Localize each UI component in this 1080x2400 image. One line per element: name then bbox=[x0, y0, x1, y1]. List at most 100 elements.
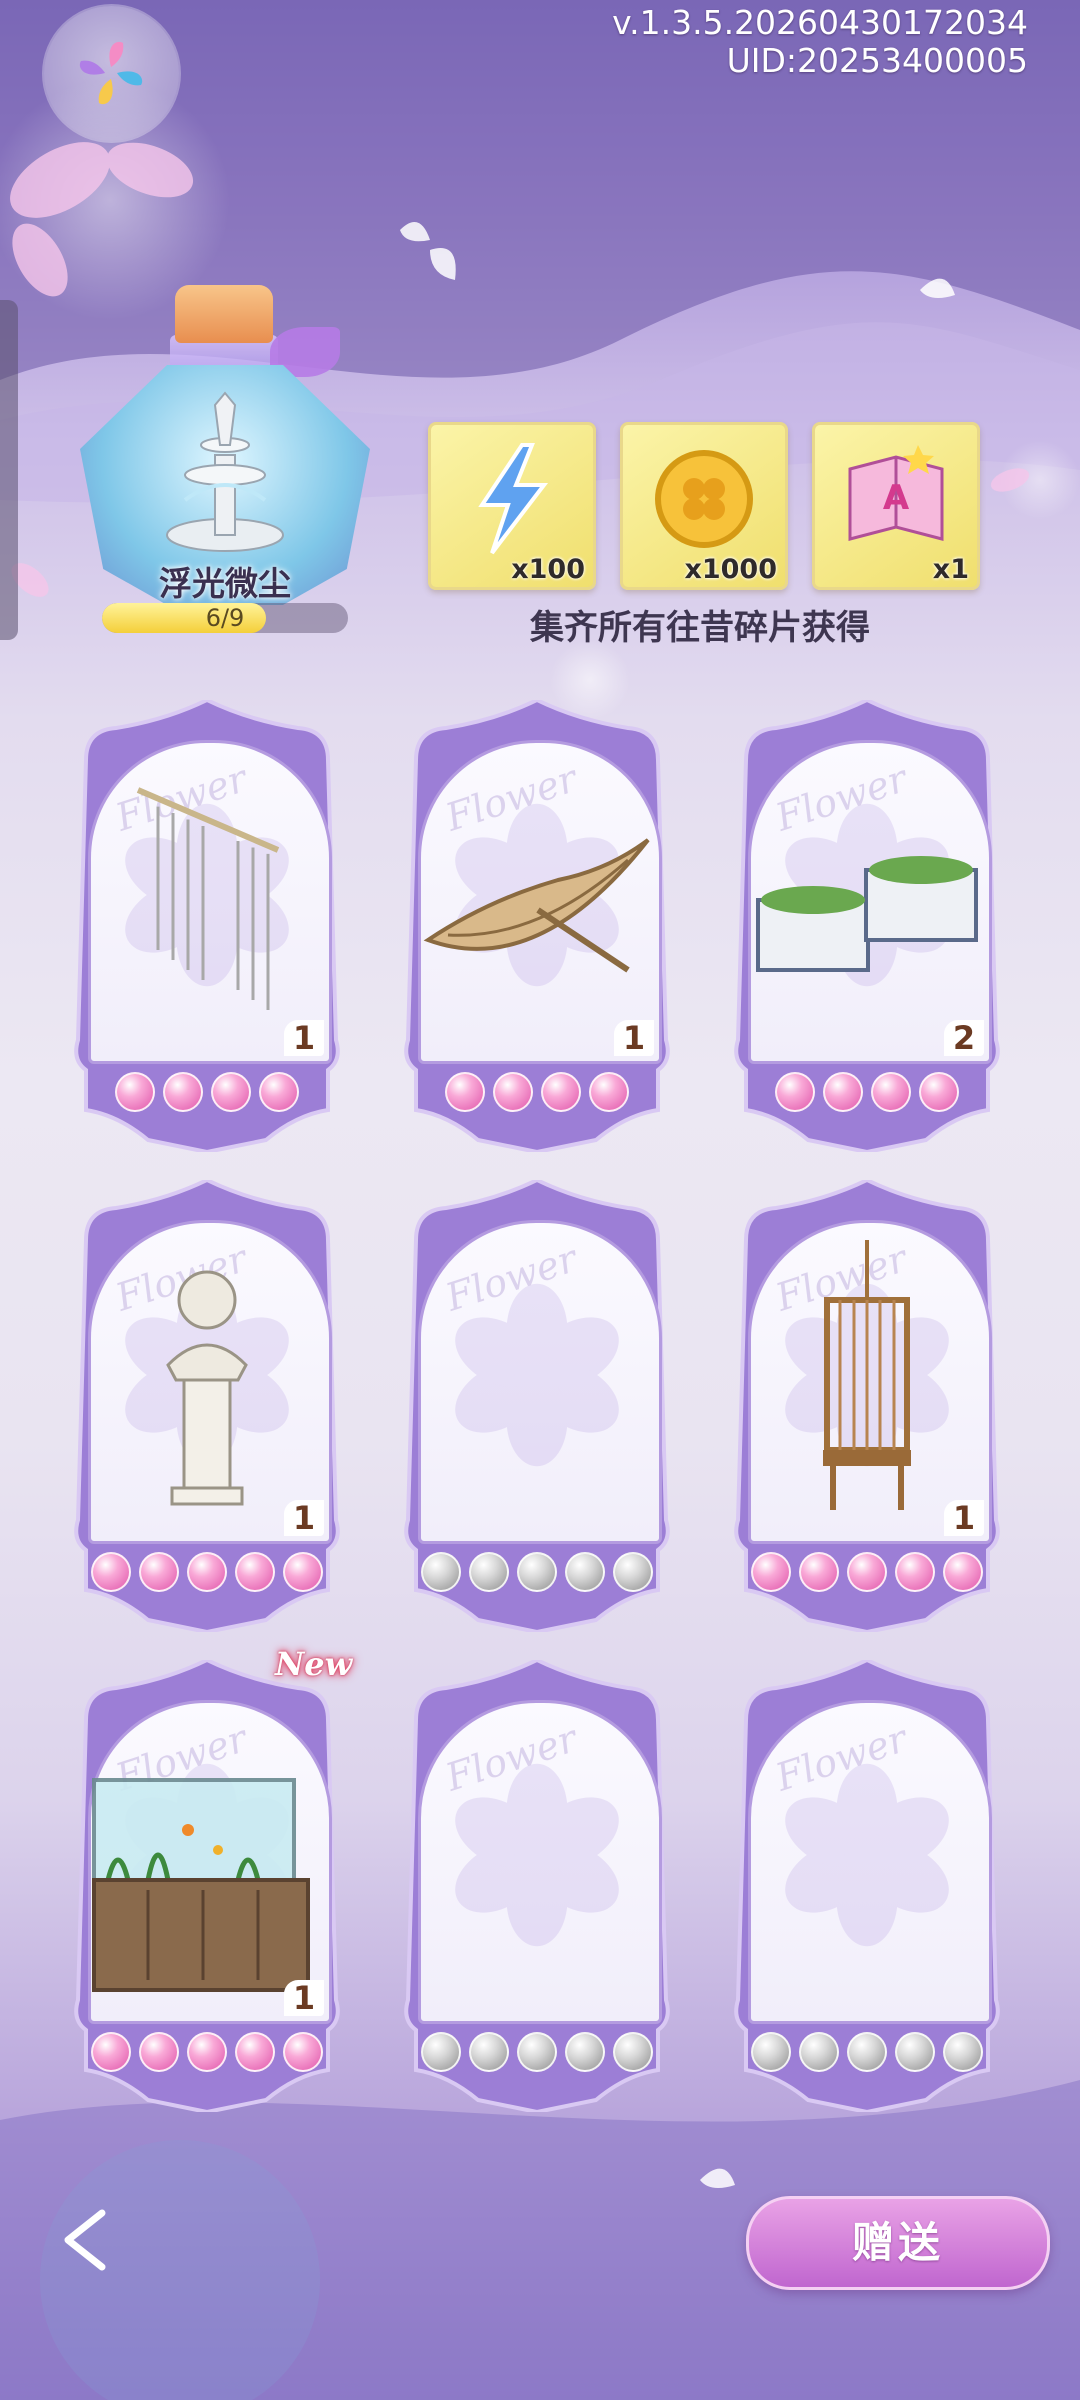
gray-bead-icon bbox=[517, 2032, 557, 2072]
pink-bead-icon bbox=[91, 2032, 131, 2072]
pinwheel-icon bbox=[79, 41, 143, 105]
gray-bead-icon bbox=[943, 2032, 983, 2072]
gray-bead-icon bbox=[421, 2032, 461, 2072]
gray-bead-icon bbox=[517, 1552, 557, 1592]
pink-bead-icon bbox=[589, 1072, 629, 1112]
gray-bead-icon bbox=[565, 2032, 605, 2072]
item-image bbox=[88, 1230, 326, 1530]
rarity-beads bbox=[396, 2032, 678, 2076]
rarity-beads bbox=[396, 1072, 678, 1116]
item-count: 1 bbox=[284, 1980, 324, 2016]
reward-book[interactable]: A x1 bbox=[812, 422, 980, 590]
item-count: 1 bbox=[284, 1020, 324, 1056]
wind-chime-icon bbox=[136, 787, 280, 1010]
rarity-beads bbox=[66, 1072, 348, 1116]
pink-bead-icon bbox=[283, 2032, 323, 2072]
item-count: 1 bbox=[284, 1500, 324, 1536]
fragment-card[interactable]: Flower 1 bbox=[66, 1180, 348, 1632]
back-arrow-icon[interactable] bbox=[54, 2205, 124, 2275]
fragment-card[interactable]: Flower 1 bbox=[66, 1660, 348, 2112]
app-logo-button[interactable] bbox=[44, 6, 179, 141]
item-count: 2 bbox=[944, 1020, 984, 1056]
clover-coin-icon bbox=[655, 450, 753, 548]
pink-bead-icon bbox=[871, 1072, 911, 1112]
pink-bead-icon bbox=[493, 1072, 533, 1112]
fragment-card[interactable]: Flower 2 bbox=[726, 700, 1008, 1152]
version-text: v.1.3.5.20260430172034 bbox=[612, 3, 1028, 42]
gift-button[interactable]: 赠送 bbox=[746, 2196, 1050, 2290]
rarity-beads bbox=[726, 1072, 1008, 1116]
pink-bead-icon bbox=[895, 1552, 935, 1592]
svg-text:A: A bbox=[883, 478, 910, 518]
rarity-beads bbox=[396, 1552, 678, 1596]
pink-bead-icon bbox=[163, 1072, 203, 1112]
fragment-card[interactable]: Flower 1 bbox=[726, 1180, 1008, 1632]
reward-coins[interactable]: x1000 bbox=[620, 422, 788, 590]
gray-bead-icon bbox=[751, 2032, 791, 2072]
gray-bead-icon bbox=[847, 2032, 887, 2072]
pink-bead-icon bbox=[799, 1552, 839, 1592]
pink-bead-icon bbox=[919, 1072, 959, 1112]
pink-bead-icon bbox=[139, 2032, 179, 2072]
pink-bead-icon bbox=[187, 1552, 227, 1592]
gray-bead-icon bbox=[799, 2032, 839, 2072]
reward-count: x1 bbox=[932, 554, 969, 585]
pink-bead-icon bbox=[211, 1072, 251, 1112]
pink-bead-icon bbox=[91, 1552, 131, 1592]
rarity-beads bbox=[66, 1552, 348, 1596]
item-count: 1 bbox=[614, 1020, 654, 1056]
gray-bead-icon bbox=[895, 2032, 935, 2072]
item-image bbox=[418, 750, 656, 1050]
fragment-card[interactable]: Flower bbox=[396, 1180, 678, 1632]
item-image bbox=[748, 750, 986, 1050]
pink-bead-icon bbox=[541, 1072, 581, 1112]
fragment-card[interactable]: Flower 1 bbox=[66, 700, 348, 1152]
uid-text: UID:20253400005 bbox=[726, 41, 1028, 80]
pink-bead-icon bbox=[445, 1072, 485, 1112]
pink-bead-icon bbox=[943, 1552, 983, 1592]
gray-bead-icon bbox=[565, 1552, 605, 1592]
bottle-cork bbox=[175, 285, 273, 343]
bust-statue-icon bbox=[166, 1270, 248, 1506]
gray-bead-icon bbox=[421, 1552, 461, 1592]
progress-text: 6/9 bbox=[205, 604, 245, 632]
rowboat-icon bbox=[423, 838, 650, 973]
lightning-icon bbox=[478, 443, 549, 555]
planter-boxes-icon bbox=[756, 856, 978, 972]
rarity-beads bbox=[66, 2032, 348, 2076]
pink-bead-icon bbox=[847, 1552, 887, 1592]
aquarium-icon bbox=[92, 1778, 310, 1992]
item-image bbox=[88, 1710, 326, 2010]
new-badge: New bbox=[275, 1645, 353, 1683]
item-count: 1 bbox=[944, 1500, 984, 1536]
pink-bead-icon bbox=[751, 1552, 791, 1592]
gray-bead-icon bbox=[613, 2032, 653, 2072]
reward-stamina[interactable]: x100 bbox=[428, 422, 596, 590]
pink-bead-icon bbox=[235, 2032, 275, 2072]
gray-bead-icon bbox=[613, 1552, 653, 1592]
pink-bead-icon bbox=[187, 2032, 227, 2072]
gray-bead-icon bbox=[469, 2032, 509, 2072]
pink-bead-icon bbox=[259, 1072, 299, 1112]
version-info: v.1.3.5.20260430172034 UID:20253400005 bbox=[612, 4, 1028, 80]
pink-bead-icon bbox=[115, 1072, 155, 1112]
fragment-card[interactable]: Flower bbox=[396, 1660, 678, 2112]
item-image bbox=[748, 1230, 986, 1530]
fountain-icon bbox=[166, 391, 284, 552]
book-icon: A bbox=[848, 445, 944, 541]
fragment-card[interactable]: Flower 1 bbox=[396, 700, 678, 1152]
collection-progress-bar: 6/9 bbox=[102, 603, 348, 633]
pink-bead-icon bbox=[283, 1552, 323, 1592]
gray-bead-icon bbox=[469, 1552, 509, 1592]
reward-count: x1000 bbox=[684, 554, 777, 585]
rarity-beads bbox=[726, 1552, 1008, 1596]
item-image bbox=[88, 750, 326, 1050]
pink-bead-icon bbox=[139, 1552, 179, 1592]
pink-bead-icon bbox=[775, 1072, 815, 1112]
birdcage-icon bbox=[823, 1240, 911, 1510]
collection-name: 浮光微尘 bbox=[159, 564, 291, 603]
collection-bottle[interactable]: 浮光微尘 6/9 bbox=[70, 285, 380, 645]
rarity-beads bbox=[726, 2032, 1008, 2076]
fragment-card[interactable]: Flower bbox=[726, 1660, 1008, 2112]
side-drawer-tab[interactable] bbox=[0, 300, 18, 640]
